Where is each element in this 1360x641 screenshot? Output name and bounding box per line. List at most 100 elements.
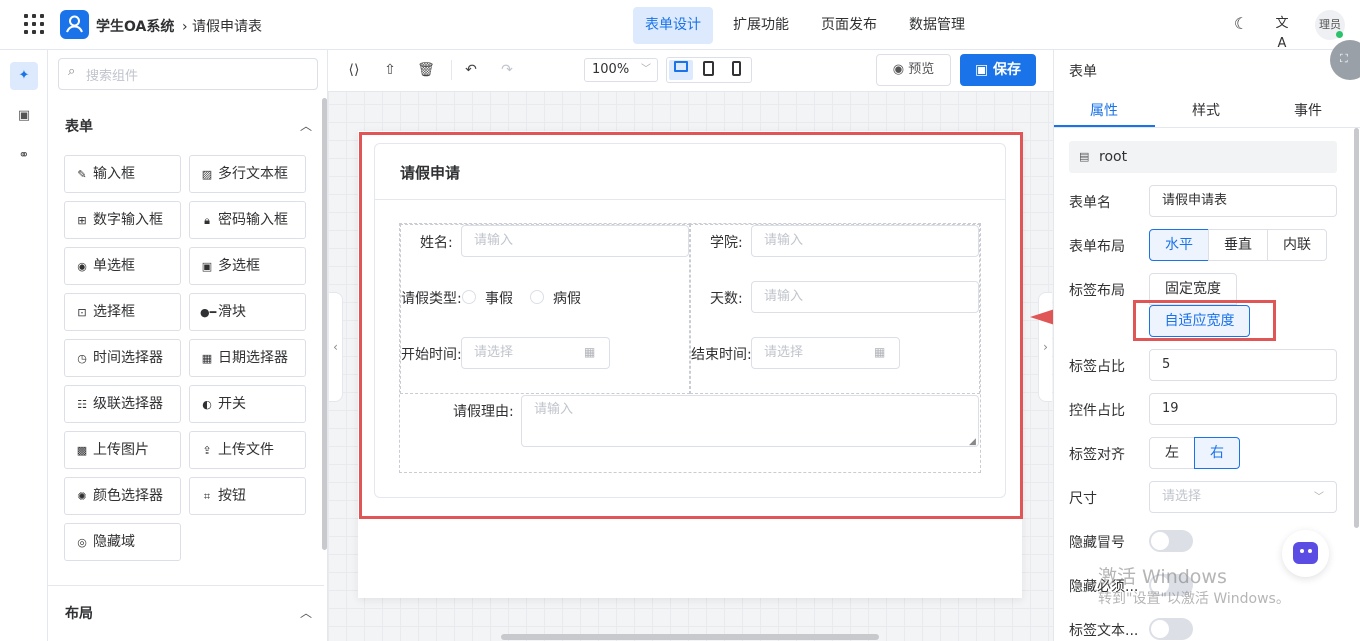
college-input[interactable]: 请输入 [751,225,979,257]
nav-page-publish[interactable]: 页面发布 [809,7,889,44]
component-radio[interactable]: ◉ 单选框 [64,247,181,285]
save-disk-icon: ▣ [974,62,994,78]
apps-grid-icon[interactable] [24,14,44,34]
zoom-select[interactable]: 100% ﹀ [584,58,658,82]
dark-mode-moon-icon[interactable]: ☾ [1231,14,1251,34]
components-puzzle-icon[interactable]: ✦ [10,62,38,90]
reason-textarea[interactable]: 请输入 [521,395,979,447]
export-icon[interactable]: ⇧ [381,61,399,79]
label-ratio-label: 标签占比 [1069,359,1125,375]
tree-structure-icon[interactable]: ⚭ [10,142,38,170]
form-title-divider [375,199,1005,200]
component-slider[interactable]: ●━ 滑块 [189,293,306,331]
toolbar-divider [451,60,452,80]
nav-data-management[interactable]: 数据管理 [897,7,977,44]
days-input[interactable]: 请输入 [751,281,979,313]
tab-style[interactable]: 样式 [1192,100,1220,120]
component-textarea[interactable]: ▨ 多行文本框 [189,155,306,193]
align-left[interactable]: 左 [1149,437,1195,469]
fullscreen-icon[interactable]: ⛶ [1340,52,1348,66]
component-upload-image[interactable]: ▩ 上传图片 [64,431,181,469]
translate-icon[interactable]: 文A [1272,14,1292,51]
control-ratio-label: 控件占比 [1069,403,1125,419]
form-name-input[interactable]: 请假申请表 [1149,185,1337,217]
code-icon[interactable]: ▣ [10,102,38,130]
component-scrollbar[interactable] [322,98,327,550]
component-hidden-field[interactable]: ◎ 隐藏域 [64,523,181,561]
button-icon: ⌗ [203,490,211,503]
resize-grip-icon[interactable]: ◢ [969,437,976,447]
collapse-left-chevron-icon[interactable]: ‹ [329,292,343,402]
form-title: 请假申请 [400,164,461,182]
tablet-icon[interactable] [703,61,714,76]
name-input[interactable]: 请输入 [461,225,689,257]
app-logo-icon [60,10,89,39]
radio-sick-leave[interactable] [530,290,544,304]
college-label: 学院: [710,235,743,251]
component-button[interactable]: ⌗ 按钮 [189,477,306,515]
undo-icon[interactable]: ↶ [462,61,480,79]
redo-icon[interactable]: ↷ [498,61,516,79]
toggle-icon: ◐ [202,398,212,411]
search-placeholder: 搜索组件 [86,69,139,84]
online-status-dot [1336,31,1343,38]
code-view-icon[interactable]: ⟨⟩ [345,61,363,79]
radio-sick-label: 病假 [553,291,581,307]
desktop-icon[interactable] [674,61,688,72]
component-cascader[interactable]: ☷ 级联选择器 [64,385,181,423]
number-icon: ⊞ [77,214,87,227]
component-upload-file[interactable]: ⇪ 上传文件 [189,431,306,469]
component-number-input[interactable]: ⊞ 数字输入框 [64,201,181,239]
hide-colon-switch[interactable] [1149,530,1193,552]
tab-properties[interactable]: 属性 [1090,100,1118,120]
eye-off-icon: ◎ [77,536,87,549]
cascader-icon: ☷ [77,398,87,411]
tab-events[interactable]: 事件 [1294,100,1322,120]
component-input[interactable]: ✎ 输入框 [64,155,181,193]
app-title: 学生OA系统 [96,19,175,35]
size-select[interactable]: 请选择 [1149,481,1337,513]
layout-collapse-chevron-up-icon[interactable]: ︿ [300,604,312,621]
align-right[interactable]: 右 [1194,437,1240,469]
component-password-input[interactable]: 🔒︎ 密码输入框 [189,201,306,239]
section-form-title: 表单 [65,119,93,135]
layout-inline[interactable]: 内联 [1267,229,1327,261]
control-ratio-input[interactable]: 19 [1149,393,1337,425]
nav-extensions[interactable]: 扩展功能 [721,7,801,44]
palette-icon: ✺ [77,490,87,503]
layout-vertical[interactable]: 垂直 [1208,229,1268,261]
preview-button[interactable]: ◉ 预览 [876,54,951,86]
canvas-h-scrollbar[interactable] [501,634,879,640]
save-button[interactable]: ▣ 保存 [960,54,1036,86]
breadcrumb[interactable]: › 请假申请表 [182,16,262,36]
component-time-picker[interactable]: ◷ 时间选择器 [64,339,181,377]
label-align-label: 标签对齐 [1069,447,1125,463]
form-layout-label: 表单布局 [1069,239,1125,255]
collapse-chevron-up-icon[interactable]: ︿ [300,117,312,134]
robot-eye-left [1300,549,1304,553]
trash-icon[interactable]: 🗑︎ [417,61,435,79]
chevron-down-icon: ﹀ [641,64,651,75]
component-switch[interactable]: ◐ 开关 [189,385,306,423]
calendar-icon: ▦ [201,352,213,365]
lock-icon: 🔒︎ [204,214,210,227]
component-color-picker[interactable]: ✺ 颜色选择器 [64,477,181,515]
mobile-icon[interactable] [732,61,741,76]
component-checkbox[interactable]: ▣ 多选框 [189,247,306,285]
pencil-icon: ✎ [77,168,87,181]
robot-icon[interactable] [1293,542,1318,564]
tab-bar-line [1054,127,1360,128]
layout-horizontal[interactable]: 水平 [1149,229,1209,261]
label-ratio-input[interactable]: 5 [1149,349,1337,381]
nav-form-design[interactable]: 表单设计 [633,7,713,44]
hide-colon-label: 隐藏冒号 [1069,535,1125,551]
radio-personal-leave[interactable] [462,290,476,304]
component-select[interactable]: ⊡ 选择框 [64,293,181,331]
label-text-switch[interactable] [1149,618,1193,640]
start-calendar-icon: ▦ [584,345,596,359]
properties-header: 表单 [1069,64,1097,80]
root-label: root [1099,149,1128,165]
component-date-picker[interactable]: ▦ 日期选择器 [189,339,306,377]
size-chevron-down-icon: ﹀ [1314,492,1324,503]
properties-scrollbar[interactable] [1354,128,1359,528]
